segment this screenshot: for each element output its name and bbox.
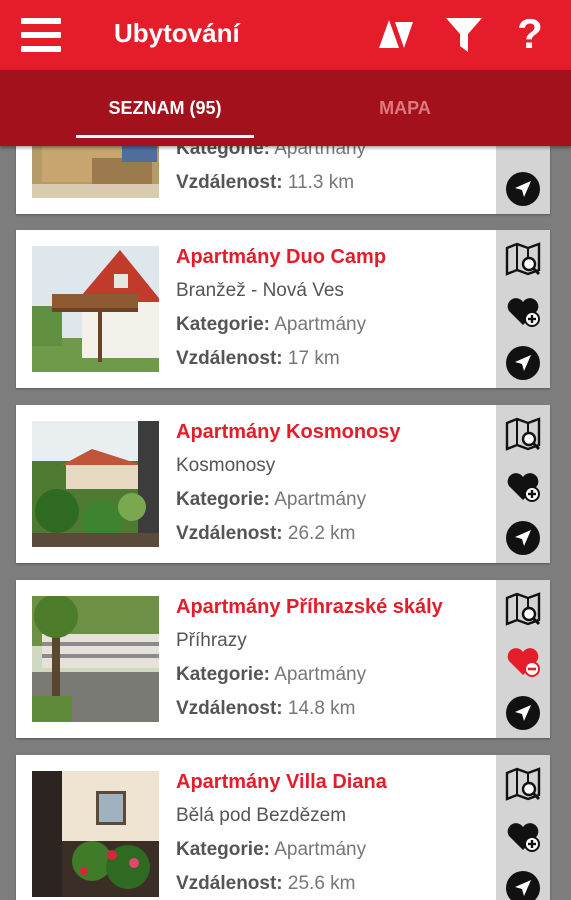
filter-icon[interactable] <box>444 14 484 56</box>
item-category-row: Kategorie: Apartmány <box>176 308 498 342</box>
list-item[interactable]: Apartmány Villa Diana Bělá pod Bezdězem … <box>16 755 550 900</box>
tab-map-label: MAPA <box>379 98 431 118</box>
navigate-icon[interactable] <box>504 170 542 208</box>
item-distance-row: Vzdálenost: 14.8 km <box>176 692 498 726</box>
page-title: Ubytování <box>114 18 240 48</box>
accommodation-photo <box>32 246 159 372</box>
menu-icon[interactable] <box>21 18 61 52</box>
item-location: Kosmonosy <box>176 455 276 476</box>
add-favorite-icon[interactable] <box>504 292 542 330</box>
distance-value: 25.6 km <box>287 873 356 894</box>
item-distance-row: Vzdálenost: 25.6 km <box>176 867 498 900</box>
distance-value: 11.3 km <box>287 172 355 193</box>
category-label: Kategorie: <box>176 664 270 685</box>
active-tab-indicator <box>76 135 254 138</box>
item-name[interactable]: Apartmány Duo Camp <box>176 240 498 274</box>
map-search-icon[interactable] <box>504 240 542 278</box>
item-distance-row: Vzdálenost: 26.2 km <box>176 517 498 551</box>
remove-favorite-icon[interactable] <box>504 642 542 680</box>
help-icon[interactable]: ? <box>513 10 547 58</box>
item-category-row: Kategorie: Apartmány <box>176 483 498 517</box>
item-distance-row: Vzdálenost: 17 km <box>176 342 498 376</box>
sort-icon[interactable] <box>377 14 415 54</box>
accommodation-photo <box>32 421 159 547</box>
distance-label: Vzdálenost: <box>176 348 283 369</box>
list-item[interactable]: Apartmány Kosmonosy Kosmonosy Kategorie:… <box>16 405 550 563</box>
add-favorite-icon[interactable] <box>504 467 542 505</box>
item-location: Branžež - Nová Ves <box>176 280 344 301</box>
navigate-icon[interactable] <box>504 519 542 557</box>
category-value: Apartmány <box>274 489 367 510</box>
accommodation-photo <box>32 596 159 722</box>
app-bar: Ubytování ? <box>0 0 571 70</box>
category-label: Kategorie: <box>176 839 270 860</box>
map-search-icon[interactable] <box>504 765 542 803</box>
distance-value: 14.8 km <box>287 698 356 719</box>
category-value: Apartmány <box>274 664 367 685</box>
distance-label: Vzdálenost: <box>176 698 283 719</box>
item-name[interactable]: Apartmány Kosmonosy <box>176 415 498 449</box>
map-search-icon[interactable] <box>504 590 542 628</box>
tab-list-label: SEZNAM (95) <box>108 98 222 118</box>
tab-bar: SEZNAM (95) MAPA <box>0 70 571 146</box>
item-name[interactable]: Apartmány Villa Diana <box>176 765 498 799</box>
navigate-icon[interactable] <box>504 869 542 900</box>
distance-value: 17 km <box>287 348 340 369</box>
tab-map[interactable]: MAPA <box>320 70 490 146</box>
item-category-row: Kategorie: Apartmány <box>176 833 498 867</box>
map-search-icon[interactable] <box>504 415 542 453</box>
item-actions <box>496 405 550 563</box>
distance-label: Vzdálenost: <box>176 523 283 544</box>
category-label: Kategorie: <box>176 489 270 510</box>
accommodation-photo <box>32 771 159 897</box>
tab-list[interactable]: SEZNAM (95) <box>60 70 270 146</box>
item-location: Příhrazy <box>176 630 247 651</box>
navigate-icon[interactable] <box>504 344 542 382</box>
item-distance-row: Vzdálenost: 11.3 km <box>176 166 498 200</box>
distance-label: Vzdálenost: <box>176 873 283 894</box>
navigate-icon[interactable] <box>504 694 542 732</box>
item-name[interactable]: Apartmány Příhrazské skály <box>176 590 498 624</box>
category-label: Kategorie: <box>176 314 270 335</box>
distance-label: Vzdálenost: <box>176 172 283 193</box>
item-actions <box>496 580 550 738</box>
list-item[interactable]: Apartmány Duo Camp Branžež - Nová Ves Ka… <box>16 230 550 388</box>
item-actions <box>496 755 550 900</box>
item-category-row: Kategorie: Apartmány <box>176 658 498 692</box>
distance-value: 26.2 km <box>287 523 356 544</box>
category-value: Apartmány <box>274 314 367 335</box>
list-item[interactable]: Apartmány Příhrazské skály Příhrazy Kate… <box>16 580 550 738</box>
item-actions <box>496 230 550 388</box>
add-favorite-icon[interactable] <box>504 817 542 855</box>
item-location: Bělá pod Bezdězem <box>176 805 347 826</box>
category-value: Apartmány <box>274 839 367 860</box>
